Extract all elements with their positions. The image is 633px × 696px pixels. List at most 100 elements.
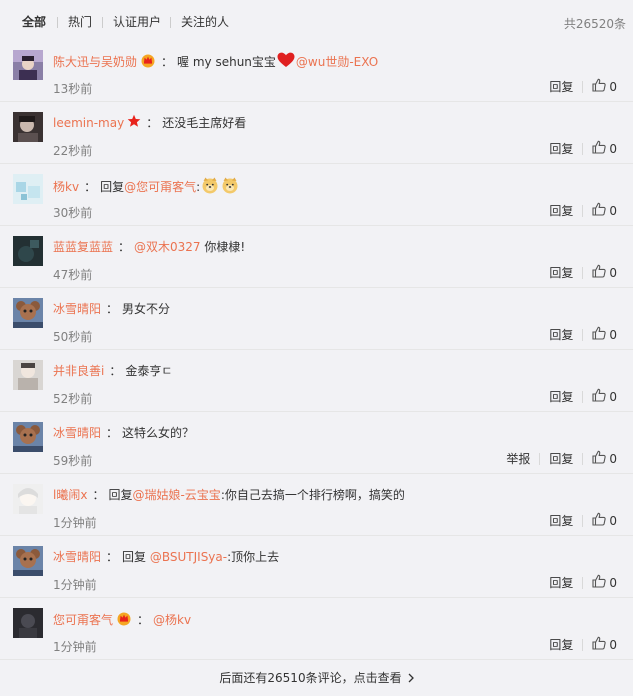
- comment-username-link[interactable]: 冰雪晴阳: [53, 302, 101, 316]
- reply-button[interactable]: 回复: [549, 326, 573, 343]
- action-divider: [582, 638, 584, 651]
- reply-button[interactable]: 回复: [549, 636, 573, 653]
- like-button[interactable]: 0: [592, 202, 617, 219]
- action-divider: [539, 452, 541, 465]
- user-avatar[interactable]: [13, 422, 43, 452]
- separator-colon: ：: [109, 364, 122, 378]
- filter-tab-verified[interactable]: 认证用户: [113, 14, 161, 30]
- comment-line: 并非良善i ：金泰亨ㄷ: [53, 362, 172, 380]
- reply-button[interactable]: 回复: [549, 512, 573, 529]
- comment-row: 并非良善i ：金泰亨ㄷ 52秒前 回复 0: [0, 350, 633, 412]
- comment-username-link[interactable]: 杨kv: [53, 180, 79, 194]
- comment-text: 还没毛主席好看: [162, 116, 247, 130]
- separator-colon: ：: [84, 180, 97, 194]
- comment-text: 回复: [108, 488, 133, 502]
- comment-username-link[interactable]: 陈大迅与吴奶勋: [53, 55, 137, 69]
- user-avatar[interactable]: [13, 484, 43, 514]
- action-divider: [582, 142, 584, 155]
- user-avatar[interactable]: [13, 174, 43, 204]
- separator-colon: ：: [137, 613, 150, 627]
- doge-icon: [201, 176, 219, 199]
- thumbs-up-icon: [592, 574, 609, 591]
- reply-button[interactable]: 回复: [549, 388, 573, 405]
- comment-line: leemin-may ：还没毛主席好看: [53, 114, 246, 132]
- user-avatar[interactable]: [13, 546, 43, 576]
- comment-username-link[interactable]: 您可甭客气: [53, 613, 113, 627]
- separator-colon: ：: [146, 116, 159, 130]
- reply-button[interactable]: 回复: [549, 202, 573, 219]
- like-button[interactable]: 0: [592, 388, 617, 405]
- comment-actions: 回复 0: [549, 264, 617, 280]
- comment-line: 陈大迅与吴奶勋 ：喔 my sehun宝宝 @wu世勋-EXO: [53, 52, 378, 70]
- filter-tab-all[interactable]: 全部: [22, 14, 46, 30]
- comment-username-link[interactable]: l曦闹x: [53, 488, 87, 502]
- reply-button[interactable]: 回复: [549, 78, 573, 95]
- comment-line: 冰雪晴阳 ：回复 @BSUTJISya-:顶你上去: [53, 548, 279, 566]
- thumbs-up-icon: [592, 264, 609, 281]
- like-button[interactable]: 0: [592, 574, 617, 591]
- user-avatar[interactable]: [13, 360, 43, 390]
- action-divider: [582, 204, 584, 217]
- comment-actions: 回复 0: [549, 574, 617, 590]
- filter-tab-following[interactable]: 关注的人: [181, 14, 229, 30]
- like-button[interactable]: 0: [592, 326, 617, 343]
- user-avatar[interactable]: [13, 298, 43, 328]
- thumbs-up-icon: [592, 78, 609, 95]
- mention-link[interactable]: @瑞姑娘-云宝宝: [132, 488, 220, 502]
- reply-button[interactable]: 回复: [549, 264, 573, 281]
- like-button[interactable]: 0: [592, 636, 617, 653]
- like-button[interactable]: 0: [592, 78, 617, 95]
- user-avatar[interactable]: [13, 236, 43, 266]
- separator-colon: ：: [118, 240, 131, 254]
- comment-actions: 回复 0: [549, 78, 617, 94]
- comment-username-link[interactable]: leemin-may: [53, 116, 124, 130]
- thumbs-up-icon: [592, 202, 609, 219]
- mention-link[interactable]: @双木0327: [134, 240, 201, 254]
- user-avatar[interactable]: [13, 608, 43, 638]
- comment-row: 杨kv：回复@您可甭客气: 30秒前 回复 0: [0, 164, 633, 226]
- like-count: 0: [609, 637, 617, 652]
- heart-icon: [277, 52, 295, 73]
- thumbs-up-icon: [592, 636, 609, 653]
- comment-text: 回复: [100, 180, 125, 194]
- load-more-comments-link[interactable]: 后面还有26510条评论，点击查看: [0, 664, 633, 692]
- comment-actions: 回复 0: [549, 636, 617, 652]
- like-button[interactable]: 0: [592, 264, 617, 281]
- comment-row: 冰雪晴阳 ：这特么女的？ 59秒前 举报 回复 0: [0, 412, 633, 474]
- comment-text: 回复: [122, 550, 150, 564]
- comment-username-link[interactable]: 并非良善i: [53, 364, 104, 378]
- comment-row: 蓝蓝复蓝蓝 ： @双木0327 你棣棣! 47秒前 回复 0: [0, 226, 633, 288]
- filter-divider: [102, 17, 103, 28]
- user-avatar[interactable]: [13, 112, 43, 142]
- like-button[interactable]: 0: [592, 450, 617, 467]
- mention-link[interactable]: @wu世勋-EXO: [296, 55, 378, 69]
- mention-link[interactable]: @BSUTJISya-: [150, 550, 227, 564]
- separator-colon: ：: [92, 488, 105, 502]
- action-divider: [582, 452, 584, 465]
- like-button[interactable]: 0: [592, 512, 617, 529]
- like-button[interactable]: 0: [592, 140, 617, 157]
- comment-actions: 回复 0: [549, 326, 617, 342]
- comment-line: 冰雪晴阳 ：这特么女的？: [53, 424, 194, 442]
- thumbs-up-icon: [592, 512, 609, 529]
- comment-username-link[interactable]: 蓝蓝复蓝蓝: [53, 240, 113, 254]
- like-count: 0: [609, 575, 617, 590]
- filter-tab-hot[interactable]: 热门: [68, 14, 92, 30]
- separator-colon: ：: [106, 426, 119, 440]
- comment-line: 蓝蓝复蓝蓝 ： @双木0327 你棣棣!: [53, 238, 245, 256]
- comment-row: leemin-may ：还没毛主席好看 22秒前 回复 0: [0, 102, 633, 164]
- reply-button[interactable]: 回复: [549, 140, 573, 157]
- mention-link[interactable]: @杨kv: [153, 613, 191, 627]
- report-button[interactable]: 举报: [506, 450, 530, 467]
- comment-username-link[interactable]: 冰雪晴阳: [53, 550, 101, 564]
- comment-text: 喔 my sehun宝宝: [177, 55, 276, 69]
- thumbs-up-icon: [592, 140, 609, 157]
- comment-timestamp: 22秒前: [53, 144, 93, 158]
- reply-button[interactable]: 回复: [549, 574, 573, 591]
- comment-username-link[interactable]: 冰雪晴阳: [53, 426, 101, 440]
- user-avatar[interactable]: [13, 50, 43, 80]
- reply-button[interactable]: 回复: [549, 450, 573, 467]
- filter-divider: [57, 17, 58, 28]
- mention-link[interactable]: @您可甭客气: [124, 180, 196, 194]
- comment-text: :你自己去搞一个排行榜啊，搞笑的: [220, 488, 405, 502]
